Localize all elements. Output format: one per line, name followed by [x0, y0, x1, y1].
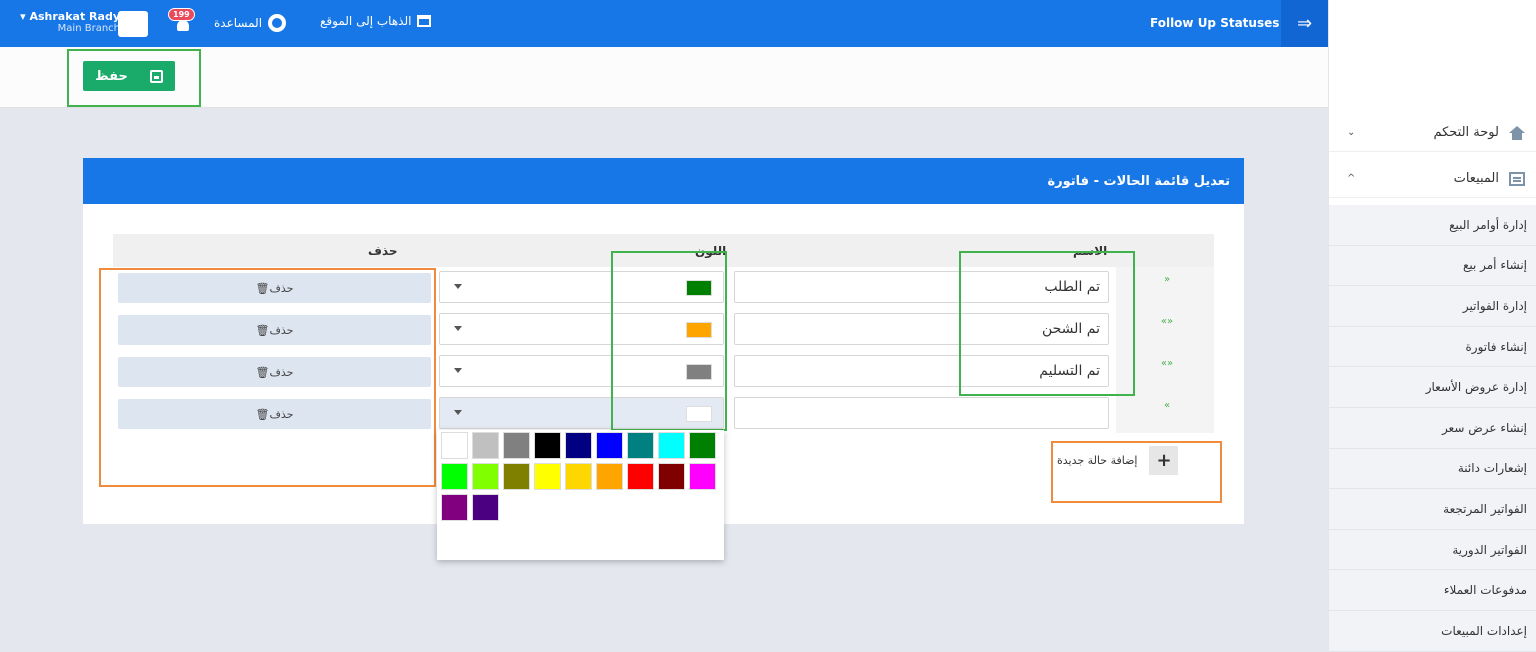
palette-color-swatch[interactable]	[503, 463, 530, 490]
caret-down-icon	[454, 368, 462, 373]
avatar[interactable]	[118, 11, 148, 37]
save-icon	[149, 69, 163, 83]
caret-down-icon	[454, 284, 462, 289]
palette-color-swatch[interactable]	[565, 432, 592, 459]
help-link[interactable]: المساعدة	[214, 14, 287, 32]
user-name[interactable]: ▾ Ashrakat Rady	[10, 10, 120, 23]
sidebar-item-label: لوحة التحكم	[1433, 125, 1499, 140]
caret-down-icon	[454, 410, 462, 415]
chevron-up-icon: ^	[1347, 173, 1356, 184]
chevron-down-icon: ⌄	[1347, 127, 1356, 138]
home-icon	[1509, 125, 1525, 140]
save-button[interactable]: حفظ	[83, 61, 175, 91]
palette-color-swatch[interactable]	[627, 463, 654, 490]
palette-color-swatch[interactable]	[658, 463, 685, 490]
col-delete-header: حذف	[368, 244, 398, 258]
save-label: حفظ	[95, 68, 128, 84]
submenu-item[interactable]: مدفوعات العملاء	[1329, 570, 1536, 611]
palette-color-swatch[interactable]	[689, 463, 716, 490]
sidebar-item-dashboard[interactable]: ⌄ لوحة التحكم	[1329, 114, 1536, 152]
palette-color-swatch[interactable]	[534, 432, 561, 459]
sales-submenu: إدارة أوامر البيع إنشاء أمر بيع إدارة ال…	[1329, 205, 1536, 652]
go-to-site-link[interactable]: الذهاب إلى الموقع	[320, 14, 432, 28]
notifications-bell-icon[interactable]: 199	[168, 8, 195, 34]
notification-count-badge: 199	[168, 8, 195, 21]
submenu-item[interactable]: إعدادات المبيعات	[1329, 611, 1536, 652]
palette-color-swatch[interactable]	[596, 432, 623, 459]
palette-color-swatch[interactable]	[503, 432, 530, 459]
palette-color-swatch[interactable]	[596, 463, 623, 490]
branch-name: Main Branch	[57, 23, 120, 34]
palette-color-swatch[interactable]	[689, 432, 716, 459]
move-arrows-icon[interactable]: «»	[1159, 359, 1175, 369]
submenu-item[interactable]: الفواتير المرتجعة	[1329, 489, 1536, 530]
palette-color-swatch[interactable]	[534, 463, 561, 490]
submenu-item[interactable]: الفواتير الدورية	[1329, 530, 1536, 571]
lifebuoy-icon	[268, 14, 287, 32]
submenu-item[interactable]: إنشاء فاتورة	[1329, 327, 1536, 368]
user-menu[interactable]: ▾ Ashrakat Rady Main Branch	[10, 10, 120, 34]
highlight-box	[99, 268, 436, 487]
sidebar-item-sales[interactable]: ^ المبيعات	[1329, 160, 1536, 198]
move-arrows-icon[interactable]: »	[1159, 275, 1175, 285]
palette-color-swatch[interactable]	[441, 494, 468, 521]
submenu-item[interactable]: إشعارات دائنة	[1329, 449, 1536, 490]
page-title: Follow Up Statuses	[1150, 16, 1280, 30]
highlight-box	[611, 251, 727, 431]
move-arrows-icon[interactable]: «	[1159, 401, 1175, 411]
caret-down-icon	[454, 326, 462, 331]
submenu-item[interactable]: إدارة عروض الأسعار	[1329, 367, 1536, 408]
highlight-box	[959, 251, 1135, 396]
panel-title: تعديل قائمة الحالات - فاتورة	[83, 158, 1244, 204]
palette-color-swatch[interactable]	[472, 463, 499, 490]
submenu-item[interactable]: إنشاء عرض سعر	[1329, 408, 1536, 449]
palette-color-swatch[interactable]	[565, 463, 592, 490]
submenu-item[interactable]: إدارة أوامر البيع	[1329, 205, 1536, 246]
color-palette-dropdown	[437, 430, 724, 560]
action-bar: حفظ	[0, 47, 1328, 108]
logo	[1363, 18, 1475, 90]
help-label: المساعدة	[214, 16, 263, 30]
status-name-input[interactable]	[734, 397, 1109, 429]
palette-color-swatch[interactable]	[441, 463, 468, 490]
palette-color-swatch[interactable]	[472, 432, 499, 459]
store-icon	[417, 15, 432, 27]
top-bar: ▾ Ashrakat Rady Main Branch 199 المساعدة…	[0, 0, 1328, 47]
sidebar-item-label: المبيعات	[1453, 171, 1499, 186]
palette-color-swatch[interactable]	[658, 432, 685, 459]
move-arrows-icon[interactable]: «»	[1159, 317, 1175, 327]
submenu-item[interactable]: إنشاء أمر بيع	[1329, 246, 1536, 287]
highlight-box	[1051, 441, 1222, 503]
sidebar-toggle-button[interactable]: ⇒	[1281, 0, 1328, 47]
palette-color-swatch[interactable]	[441, 432, 468, 459]
sidebar: ⌄ لوحة التحكم ^ المبيعات إدارة أوامر الب…	[1328, 0, 1536, 652]
submenu-item[interactable]: إدارة الفواتير	[1329, 286, 1536, 327]
palette-color-swatch[interactable]	[627, 432, 654, 459]
palette-color-swatch[interactable]	[472, 494, 499, 521]
list-icon	[1509, 171, 1525, 186]
go-to-site-label: الذهاب إلى الموقع	[320, 14, 412, 28]
